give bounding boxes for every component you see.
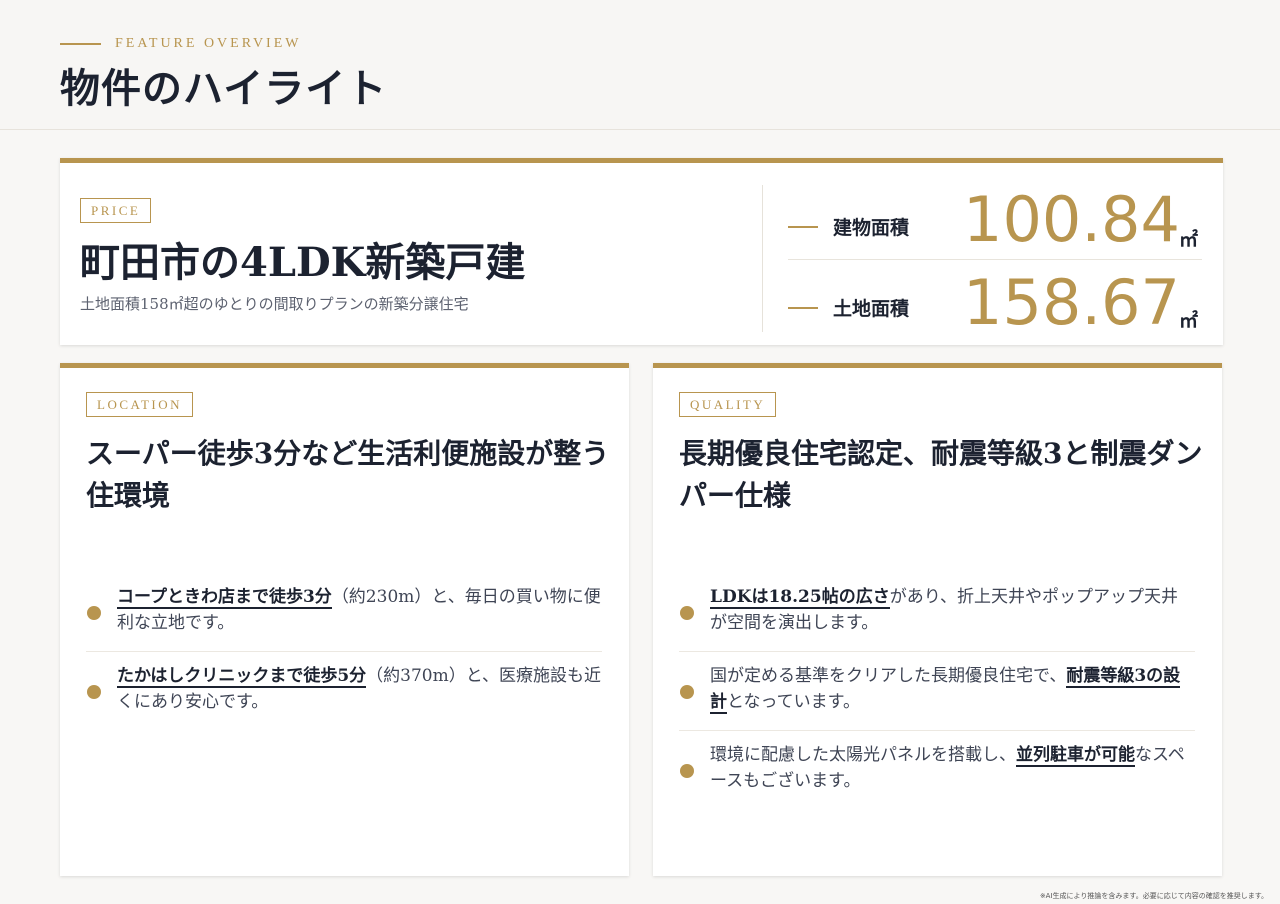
price-card-title: 町田市の4LDK新築戸建 <box>80 239 526 286</box>
stat-unit: ㎡ <box>1179 229 1199 251</box>
footnote: ※AI生成により推論を含みます。必要に応じて内容の確認を推奨します。 <box>1039 892 1268 900</box>
bullet-dot <box>680 764 694 778</box>
item-text-pre: 国が定める基準をクリアした長期優良住宅で、 <box>710 666 1067 686</box>
list-item: コープときわ店まで徒歩3分（約230m）と、毎日の買い物に便利な立地です。 <box>86 573 602 652</box>
stat-value: 100.84 <box>963 183 1180 256</box>
item-text: となっています。 <box>727 691 860 712</box>
bullet-dot <box>680 685 694 699</box>
location-card: LOCATION スーパー徒歩3分など生活利便施設が整う住環境 コープときわ店ま… <box>60 363 629 876</box>
bullet-dot <box>87 685 101 699</box>
bullet-dot <box>87 606 101 620</box>
page-header: FEATURE OVERVIEW 物件のハイライト <box>0 0 1280 130</box>
stat-label: 建物面積 <box>833 217 910 239</box>
list-item: 環境に配慮した太陽光パネルを搭載し、並列駐車が可能なスペースもございます。 <box>679 731 1195 809</box>
item-highlight: コープときわ店まで徒歩3分 <box>117 587 332 609</box>
quality-list: LDKは18.25帖の広さがあり、折上天井やポップアップ天井が空間を演出します。… <box>679 573 1195 809</box>
item-highlight: 並列駐車が可能 <box>1016 745 1135 767</box>
eyebrow-rule <box>60 43 101 45</box>
price-card-subtitle: 土地面積158㎡超のゆとりの間取りプランの新築分譲住宅 <box>80 295 469 313</box>
price-card: PRICE 町田市の4LDK新築戸建 土地面積158㎡超のゆとりの間取りプランの… <box>60 158 1223 345</box>
page-title: 物件のハイライト <box>60 65 388 112</box>
stat-dash <box>788 226 818 228</box>
page: FEATURE OVERVIEW 物件のハイライト PRICE 町田市の4LDK… <box>0 0 1280 904</box>
item-highlight: たかはしクリニックまで徒歩5分 <box>117 666 367 688</box>
stat-building-area: 建物面積 100.84 ㎡ <box>788 181 1202 260</box>
quality-tag: QUALITY <box>679 392 777 417</box>
list-item: 国が定める基準をクリアした長期優良住宅で、耐震等級3の設計となっています。 <box>679 652 1195 731</box>
vertical-divider <box>762 185 763 332</box>
location-list: コープときわ店まで徒歩3分（約230m）と、毎日の買い物に便利な立地です。 たか… <box>86 573 602 730</box>
eyebrow-text: FEATURE OVERVIEW <box>115 36 302 51</box>
eyebrow: FEATURE OVERVIEW <box>60 36 301 52</box>
quality-card-title: 長期優良住宅認定、耐震等級3と制震ダンパー仕様 <box>679 437 1203 512</box>
stat-value: 158.67 <box>963 266 1180 339</box>
item-highlight: LDKは18.25帖の広さ <box>710 587 890 609</box>
location-tag: LOCATION <box>86 392 193 417</box>
quality-card: QUALITY 長期優良住宅認定、耐震等級3と制震ダンパー仕様 LDKは18.2… <box>653 363 1222 876</box>
price-tag: PRICE <box>80 198 152 223</box>
location-card-title: スーパー徒歩3分など生活利便施設が整う住環境 <box>86 437 610 512</box>
stat-land-area: 土地面積 158.67 ㎡ <box>788 267 1202 341</box>
stat-dash <box>788 307 818 309</box>
item-text-pre: 環境に配慮した太陽光パネルを搭載し、 <box>710 745 1016 765</box>
list-item: LDKは18.25帖の広さがあり、折上天井やポップアップ天井が空間を演出します。 <box>679 573 1195 652</box>
stat-label: 土地面積 <box>833 298 910 320</box>
bullet-dot <box>680 606 694 620</box>
stat-unit: ㎡ <box>1179 310 1199 332</box>
list-item: たかはしクリニックまで徒歩5分（約370m）と、医療施設も近くにあり安心です。 <box>86 652 602 730</box>
